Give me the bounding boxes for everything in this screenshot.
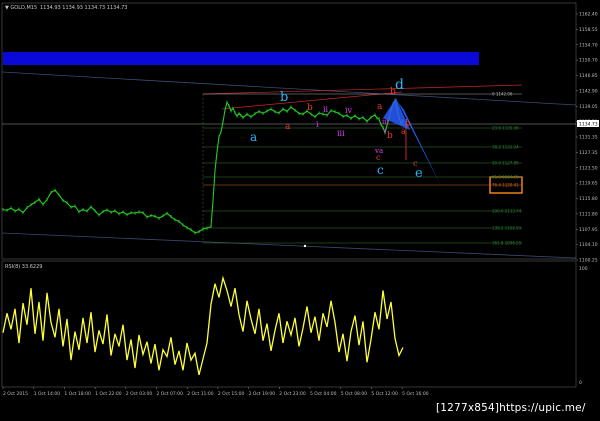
wave-label: a	[377, 102, 383, 112]
wave-label: e	[415, 166, 423, 181]
price-tick-label: 1154.70	[579, 42, 598, 48]
price-tick-label: 1127.35	[579, 150, 598, 156]
price-tick-label: 1115.80	[579, 196, 598, 202]
rsi-panel-frame	[1, 260, 577, 388]
rsi-top-value: 100	[579, 266, 588, 272]
wave-label: iii	[382, 118, 389, 126]
fib-label: 161.8 1096.25	[492, 241, 522, 246]
wave-label: iv	[345, 106, 353, 115]
price-tick-label: 1131.35	[579, 135, 598, 141]
wave-label: a	[250, 130, 257, 144]
fib-label: 100.0 1113.74	[492, 209, 522, 214]
fib-label: 0 1142.06	[492, 92, 513, 97]
rsi-bottom-value: 0	[579, 380, 582, 386]
wave-label: i	[316, 120, 319, 129]
price-tick-label: 1162.40	[579, 12, 598, 18]
price-tick-label: 1123.50	[579, 165, 598, 171]
time-tick-label: 2 Oct 11:00	[187, 391, 214, 397]
wave-label: v	[382, 127, 387, 135]
price-tick-label: 1111.80	[579, 211, 598, 217]
marker-dot	[303, 244, 307, 248]
price-tick-label: 1119.65	[579, 181, 598, 187]
last-price-tag: 1134.73	[579, 122, 598, 128]
time-axis: 2 Oct 2015 1 Oct 14:00 1 Oct 18:00 1 Oct 22…	[2, 387, 429, 397]
time-tick-label: 1 Oct 18:00	[64, 391, 91, 397]
wave-label: c	[376, 153, 381, 162]
price-tick-label: 1142.90	[579, 88, 598, 94]
fib-label: 61.8 1124.55	[492, 175, 519, 180]
price-tick-label: 1107.95	[579, 227, 598, 233]
fib-label: 138.2 1102.93	[492, 226, 522, 231]
time-tick-label: 2 Oct 23:00	[279, 391, 306, 397]
time-tick-label: 2 Oct 15:00	[218, 391, 245, 397]
time-tick-label: 2 Oct 07:00	[157, 391, 184, 397]
price-tick-label: 1139.05	[579, 104, 598, 110]
wave-label: a	[285, 122, 291, 132]
wave-label: iii	[337, 129, 345, 138]
time-tick-label: 2 Oct 2015	[3, 391, 28, 397]
price-tick-label: 1104.10	[579, 242, 598, 248]
wave-label: d	[395, 77, 404, 93]
time-tick-label: 2 Oct 19:00	[249, 391, 276, 397]
wave-label: ii	[323, 105, 329, 114]
ohlc-caption: 1134.93 1134.93 1134.73 1134.73	[40, 5, 127, 11]
price-tick-label: 1158.55	[579, 27, 598, 33]
time-tick-label: 2 Oct 03:00	[126, 391, 153, 397]
time-tick-label: 1 Oct 22:00	[95, 391, 122, 397]
symbol-caption: ▼ GOLD,M15	[5, 5, 37, 11]
resistance-zone	[3, 52, 479, 65]
image-host-watermark: [1277x854]https://upic.me/	[436, 402, 586, 414]
price-tick-label: 1150.70	[579, 58, 598, 64]
time-tick-label: 5 Oct 16:00	[402, 391, 429, 397]
wave-label: b	[405, 119, 411, 129]
time-tick-label: 5 Oct 08:00	[341, 391, 368, 397]
time-tick-label: 1 Oct 14:00	[34, 391, 61, 397]
fib-label: 38.2 1131.24	[492, 145, 519, 150]
price-axis: 1162.40 1158.55 1154.70 1150.70 1146.85 1142.…	[576, 12, 598, 264]
price-tick-label: 1146.85	[579, 73, 598, 79]
trading-chart: ▼ GOLD,M15 1134.93 1134.93 1134.73 1134.…	[1, 2, 599, 397]
time-tick-label: 5 Oct 12:00	[371, 391, 398, 397]
fib-label: 50.0 1127.89	[492, 161, 519, 166]
price-tick-label: 1100.25	[579, 258, 598, 264]
wave-label: b	[280, 90, 288, 105]
wave-label: b	[307, 103, 313, 113]
wave-label: b	[387, 131, 393, 141]
time-tick-label: 5 Oct 04:00	[310, 391, 337, 397]
fib-label: 76.4 1120.41	[492, 183, 519, 188]
rsi-caption: RSI(8) 33.6229	[5, 264, 42, 270]
wave-label: c	[377, 163, 384, 177]
fib-label: 23.6 1135.38	[492, 126, 519, 131]
